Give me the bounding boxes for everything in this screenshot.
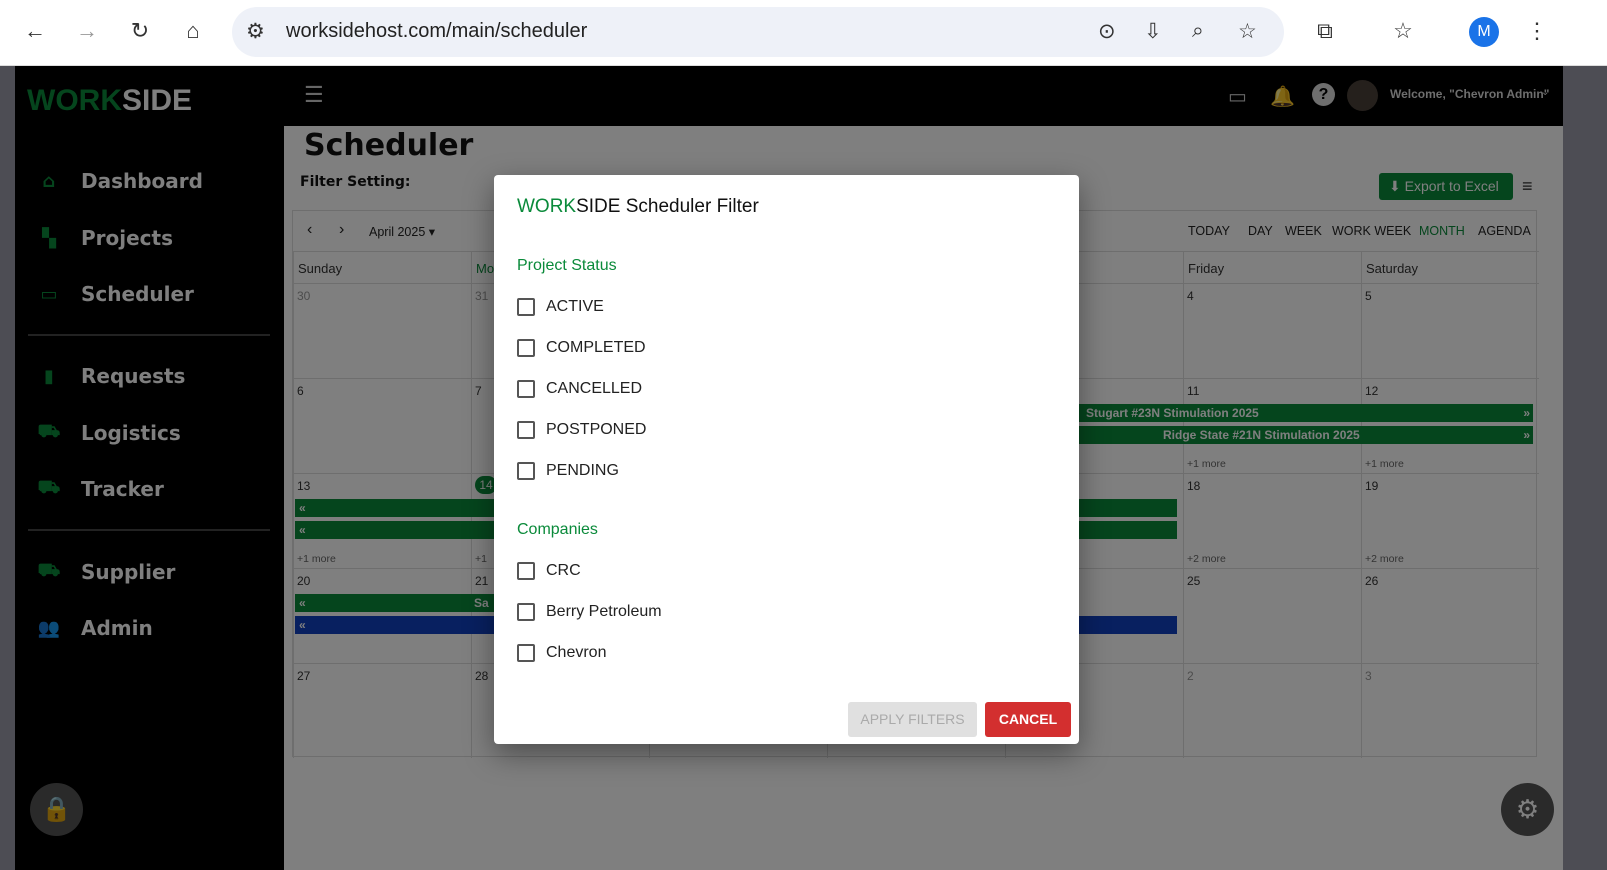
company-checkbox[interactable]: CRC: [517, 562, 581, 580]
checkbox[interactable]: [517, 562, 535, 580]
checkbox-label: PENDING: [546, 462, 619, 479]
location-icon[interactable]: ⊙: [1098, 19, 1116, 44]
checkbox-label: POSTPONED: [546, 421, 647, 438]
browser-toolbar: ← → ↻ ⌂ ⚙ worksidehost.com/main/schedule…: [0, 0, 1607, 66]
checkbox-label: CANCELLED: [546, 380, 643, 397]
status-checkbox-pending[interactable]: PENDING: [517, 462, 619, 480]
checkbox-label: Berry Petroleum: [546, 603, 662, 620]
company-checkbox[interactable]: Berry Petroleum: [517, 603, 662, 621]
apply-filters-button[interactable]: APPLY FILTERS: [848, 702, 977, 737]
site-settings-icon[interactable]: ⚙: [246, 19, 265, 44]
reload-icon[interactable]: ↻: [125, 18, 155, 44]
favorites-icon[interactable]: ☆: [1388, 18, 1418, 44]
title-text: SIDE Scheduler Filter: [576, 196, 759, 217]
scheduler-filter-dialog: WORKSIDE Scheduler Filter Project Status…: [494, 175, 1079, 744]
checkbox-label: Chevron: [546, 644, 607, 661]
project-status-heading: Project Status: [517, 257, 617, 274]
checkbox[interactable]: [517, 603, 535, 621]
checkbox[interactable]: [517, 298, 535, 316]
install-icon[interactable]: ⇩: [1144, 19, 1162, 44]
checkbox-label: CRC: [546, 562, 581, 579]
checkbox-label: COMPLETED: [546, 339, 646, 356]
status-checkbox-cancelled[interactable]: CANCELLED: [517, 380, 642, 398]
home-icon[interactable]: ⌂: [178, 18, 208, 44]
cancel-button[interactable]: CANCEL: [985, 702, 1071, 737]
back-icon[interactable]: ←: [20, 18, 50, 44]
checkbox[interactable]: [517, 462, 535, 480]
status-checkbox-active[interactable]: ACTIVE: [517, 298, 604, 316]
bookmark-star-icon[interactable]: ☆: [1238, 19, 1257, 44]
profile-avatar[interactable]: M: [1469, 17, 1499, 47]
address-bar[interactable]: ⚙ worksidehost.com/main/scheduler ⊙ ⇩ ⌕ …: [232, 7, 1284, 57]
title-brand: WORK: [517, 196, 577, 217]
url-text[interactable]: worksidehost.com/main/scheduler: [286, 20, 587, 43]
checkbox[interactable]: [517, 421, 535, 439]
company-checkbox[interactable]: Chevron: [517, 644, 606, 662]
checkbox[interactable]: [517, 380, 535, 398]
status-checkbox-completed[interactable]: COMPLETED: [517, 339, 646, 357]
forward-icon[interactable]: →: [72, 18, 102, 44]
companies-heading: Companies: [517, 521, 598, 538]
checkbox[interactable]: [517, 644, 535, 662]
status-checkbox-postponed[interactable]: POSTPONED: [517, 421, 646, 439]
extensions-icon[interactable]: ⧉: [1310, 18, 1340, 44]
menu-dots-icon[interactable]: ⋮: [1522, 18, 1552, 44]
checkbox-label: ACTIVE: [546, 298, 604, 315]
zoom-icon[interactable]: ⌕: [1192, 19, 1204, 43]
checkbox[interactable]: [517, 339, 535, 357]
dialog-title: WORKSIDE Scheduler Filter: [517, 196, 759, 218]
